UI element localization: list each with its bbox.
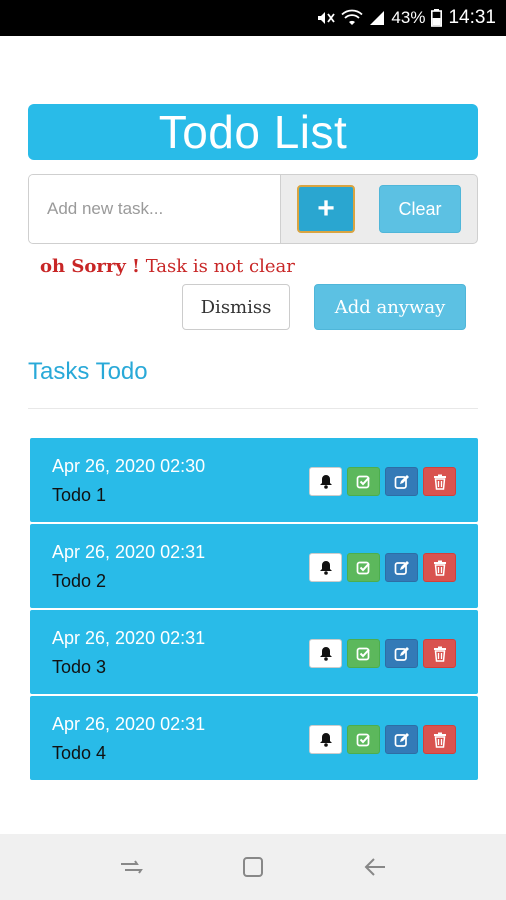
check-icon[interactable]	[347, 639, 380, 668]
task-name: Todo 4	[52, 743, 107, 763]
task-date: Apr 26, 2020 02:30	[52, 456, 206, 476]
plus-icon: +	[317, 192, 335, 225]
edit-icon[interactable]	[385, 467, 418, 496]
signal-icon	[369, 9, 385, 27]
divider	[28, 408, 478, 409]
home-icon[interactable]	[233, 847, 273, 887]
trash-icon[interactable]	[423, 725, 456, 754]
edit-icon[interactable]	[385, 639, 418, 668]
battery-icon	[431, 9, 443, 27]
task-item: Apr 26, 2020 02:31 Todo 4	[30, 696, 478, 780]
check-icon[interactable]	[347, 725, 380, 754]
task-item: Apr 26, 2020 02:31 Todo 2	[30, 524, 478, 608]
clear-button-label: Clear	[398, 198, 442, 219]
bell-icon[interactable]	[309, 553, 342, 582]
task-name: Todo 2	[52, 571, 107, 591]
recents-icon[interactable]	[111, 847, 151, 887]
bell-icon[interactable]	[309, 467, 342, 496]
edit-icon[interactable]	[385, 725, 418, 754]
task-actions	[309, 467, 456, 496]
app-title: Todo List	[158, 106, 348, 158]
add-anyway-button-label: Add anyway	[334, 296, 446, 318]
dismiss-button[interactable]: Dismiss	[182, 284, 290, 330]
clock: 14:31	[448, 7, 496, 28]
trash-icon[interactable]	[423, 639, 456, 668]
new-task-form: + Clear	[28, 174, 478, 244]
warning-alert: oh Sorry ! Task is not clear	[40, 256, 295, 277]
section-title: Tasks Todo	[28, 358, 148, 385]
add-task-button[interactable]: +	[297, 185, 355, 233]
trash-icon[interactable]	[423, 553, 456, 582]
task-item: Apr 26, 2020 02:30 Todo 1	[30, 438, 478, 522]
task-item: Apr 26, 2020 02:31 Todo 3	[30, 610, 478, 694]
alert-message: Task is not clear	[139, 256, 295, 277]
bell-icon[interactable]	[309, 725, 342, 754]
alert-title: oh Sorry !	[40, 256, 140, 277]
wifi-icon	[341, 9, 364, 27]
android-nav-bar	[0, 834, 506, 900]
mute-icon	[315, 9, 336, 27]
task-name: Todo 1	[52, 485, 107, 505]
check-icon[interactable]	[347, 553, 380, 582]
bell-icon[interactable]	[309, 639, 342, 668]
task-name: Todo 3	[52, 657, 107, 677]
add-anyway-button[interactable]: Add anyway	[314, 284, 466, 330]
trash-icon[interactable]	[423, 467, 456, 496]
task-actions	[309, 725, 456, 754]
task-date: Apr 26, 2020 02:31	[52, 628, 206, 648]
new-task-input[interactable]	[29, 175, 281, 243]
task-actions	[309, 639, 456, 668]
task-list: Apr 26, 2020 02:30 Todo 1 Apr 26, 2020 0…	[30, 438, 478, 782]
back-icon[interactable]	[355, 847, 395, 887]
app-title-bar: Todo List	[28, 104, 478, 160]
clear-button[interactable]: Clear	[379, 185, 461, 233]
check-icon[interactable]	[347, 467, 380, 496]
task-actions	[309, 553, 456, 582]
task-date: Apr 26, 2020 02:31	[52, 714, 206, 734]
status-bar: 43% 14:31	[0, 0, 506, 36]
task-date: Apr 26, 2020 02:31	[52, 542, 206, 562]
battery-percent: 43%	[391, 8, 426, 27]
dismiss-button-label: Dismiss	[200, 296, 272, 318]
edit-icon[interactable]	[385, 553, 418, 582]
